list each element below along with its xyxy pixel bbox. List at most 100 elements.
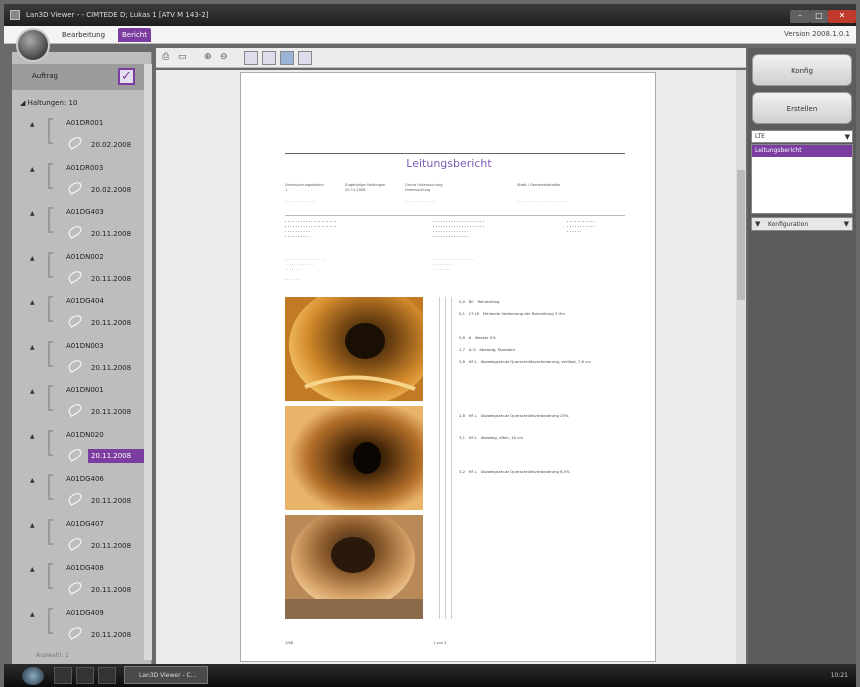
zoom-in-icon[interactable]: ⊕ (204, 52, 212, 62)
scroll-thumb[interactable] (737, 170, 745, 300)
haltung-item[interactable]: ▲ A01DN003 20.11.2008 (12, 337, 151, 381)
inspection-photo-3 (285, 515, 423, 619)
expand-icon[interactable]: ▲ (30, 255, 35, 262)
tree-bracket (48, 296, 53, 322)
start-button[interactable] (22, 667, 44, 685)
haltung-item[interactable]: ▲ A01DG408 20.11.2008 (12, 559, 151, 603)
print-icon[interactable]: ⎙ (162, 52, 169, 62)
chevron-down-icon: ▼ (844, 133, 850, 141)
inspection-date[interactable]: 20.11.2008 (88, 631, 134, 639)
camera-icon (66, 268, 84, 284)
expand-icon[interactable]: ▲ (30, 299, 35, 306)
title-rule (285, 153, 625, 154)
inspection-date[interactable]: 20.11.2008 (88, 448, 148, 463)
haltung-item[interactable]: ▲ A01DG409 20.11.2008 (12, 604, 151, 648)
observation-row: 0,0 BC Rohranfang (459, 299, 500, 304)
inspection-date[interactable]: 20.02.2008 (88, 141, 134, 149)
minimize-button[interactable]: – (790, 10, 810, 23)
expand-icon[interactable]: ▲ (30, 121, 35, 128)
footer-page-number: 1 von 3 (433, 641, 447, 645)
haltung-code: A01DG408 (66, 564, 104, 572)
right-panel: Konfig Erstellen LTE ▼ Leitungsbericht ▼… (748, 48, 856, 664)
observation-row: 1,7 A-G Abzweig, Standard (459, 347, 515, 352)
two-pages-button[interactable] (298, 51, 312, 65)
inspection-date[interactable]: 20.02.2008 (88, 186, 134, 194)
app-window: Lan3D Viewer - - CIMTEDE D; Lukas 1 [ATV… (0, 0, 860, 687)
pipe-line-3 (451, 297, 452, 619)
quicklaunch-icon[interactable] (54, 667, 72, 684)
auftrag-label: Auftrag (32, 72, 58, 80)
inspection-date[interactable]: 20.11.2008 (88, 275, 134, 283)
expand-icon[interactable]: ▲ (30, 611, 35, 618)
camera-icon (66, 402, 84, 417)
expand-icon[interactable]: ▲ (30, 210, 35, 217)
observation-row: 0,6 A Wasser 5% (459, 335, 496, 340)
expand-icon[interactable]: ▲ (30, 433, 35, 440)
haltung-item[interactable]: ▲ A01DN020 20.11.2008 (12, 426, 151, 470)
haltung-item[interactable]: ▲ A01DR001 20.02.2008 (12, 114, 151, 158)
haltung-item[interactable]: ▲ A01DG404 20.11.2008 (12, 292, 151, 336)
page-width-button[interactable] (262, 51, 276, 65)
app-menu-bar: Bearbeitung Bericht Version 2008.1.0.1 (4, 26, 856, 44)
auftrag-checkbox[interactable]: ✓ (118, 68, 135, 85)
full-page-button[interactable] (280, 51, 294, 65)
zoom-out-icon[interactable]: ⊖ (220, 52, 228, 62)
camera-icon (66, 535, 84, 551)
report-toolbar: ⎙ ▭ ⊕ ⊖ (156, 48, 746, 68)
haltung-item[interactable]: ▲ A01DG403 20.11.2008 (12, 203, 151, 247)
camera-icon (66, 491, 84, 506)
tab-bericht[interactable]: Bericht (118, 28, 151, 42)
detail-block-left: . . . . . . . . . . . . . . . . . . . ..… (285, 219, 337, 238)
expand-icon[interactable]: ▲ (30, 477, 35, 484)
expand-icon[interactable]: ▲ (30, 566, 35, 573)
layout-dropdown[interactable]: LTE ▼ (751, 130, 853, 143)
camera-icon (66, 135, 84, 150)
inspection-date[interactable]: 20.11.2008 (88, 497, 134, 505)
sidebar-scrollbar[interactable] (144, 64, 152, 660)
single-page-button[interactable] (244, 51, 258, 65)
expand-icon[interactable]: ▲ (30, 522, 35, 529)
document-scrollbar[interactable] (736, 70, 746, 664)
taskbar-app-button[interactable]: Lan3D Viewer - C... (124, 666, 208, 684)
collapse-icon[interactable]: ◢ (20, 99, 25, 107)
haltung-code: A01DG404 (66, 297, 104, 305)
haltung-item[interactable]: ▲ A01DG406 20.11.2008 (12, 470, 151, 514)
tab-bearbeitung[interactable]: Bearbeitung (58, 28, 109, 42)
expand-icon[interactable]: ▲ (30, 388, 35, 395)
konfig-button[interactable]: Konfig (752, 54, 852, 86)
inspection-date[interactable]: 20.11.2008 (88, 230, 134, 238)
layout-list-item-leitungsbericht[interactable]: Leitungsbericht (752, 145, 852, 157)
camera-icon (66, 580, 84, 595)
inspection-date[interactable]: 20.11.2008 (88, 364, 134, 372)
quicklaunch-icon[interactable] (98, 667, 116, 684)
tree-bracket (48, 518, 53, 545)
haltung-code: A01DG403 (66, 208, 104, 216)
expand-icon[interactable]: ▲ (30, 166, 35, 173)
quicklaunch-icon[interactable] (76, 667, 94, 684)
maximize-button[interactable]: □ (810, 10, 828, 23)
camera-icon (66, 446, 84, 462)
haltung-item[interactable]: ▲ A01DN001 20.11.2008 (12, 381, 151, 425)
inspection-date[interactable]: 20.11.2008 (88, 319, 134, 327)
konfiguration-toggle[interactable]: ▼ Konfiguration ▼ (751, 217, 853, 231)
erstellen-button[interactable]: Erstellen (752, 92, 852, 124)
page-icon[interactable]: ▭ (178, 52, 187, 62)
inspection-date[interactable]: 20.11.2008 (88, 408, 134, 416)
detail-block-right: . . . . . . . . . . .. . . . . . . . . .… (567, 219, 595, 233)
auftrag-row[interactable]: Auftrag ✓ (12, 64, 151, 90)
application-menu-orb[interactable] (16, 28, 50, 62)
haltung-item[interactable]: ▲ A01DR003 20.02.2008 (12, 159, 151, 203)
haltung-code: A01DN001 (66, 386, 104, 394)
observation-row: 3,2 HF-L Abzweigschutz Querschnittsverän… (459, 469, 570, 474)
haltung-item[interactable]: ▲ A01DG407 20.11.2008 (12, 515, 151, 559)
detail-block-mid: . . . . . . . . . . . . . . . . . . . ..… (433, 219, 485, 238)
haltung-item[interactable]: ▲ A01DN002 20.11.2008 (12, 248, 151, 292)
meta-line-2: . . . . . . . . . . . . . . (405, 199, 436, 203)
inspection-date[interactable]: 20.11.2008 (88, 542, 134, 550)
close-button[interactable]: ✕ (828, 10, 856, 23)
inspection-date[interactable]: 20.11.2008 (88, 586, 134, 594)
meta-line-1: . . . . . . . . . . . . . . (285, 199, 316, 203)
tree-bracket (48, 563, 53, 589)
tree-bracket (48, 207, 53, 233)
expand-icon[interactable]: ▲ (30, 344, 35, 351)
